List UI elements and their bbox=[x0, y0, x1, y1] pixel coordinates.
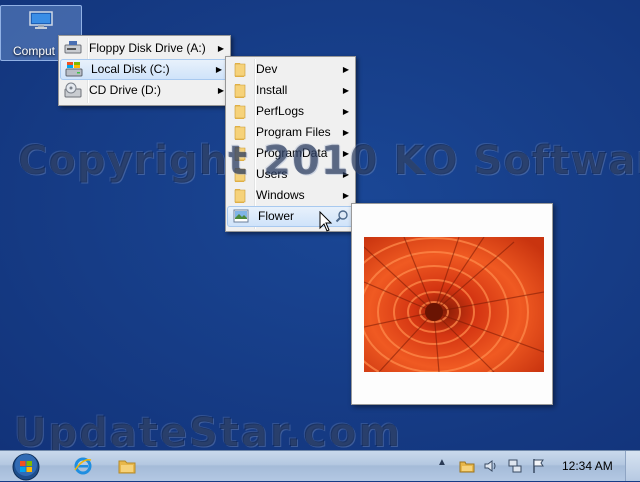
menu-item-label: Program Files bbox=[256, 125, 331, 139]
menu-item-perflogs[interactable]: PerfLogs ▶ bbox=[226, 101, 355, 122]
folder-icon bbox=[234, 63, 246, 77]
folder-icon bbox=[234, 105, 246, 119]
menu-item-install[interactable]: Install ▶ bbox=[226, 80, 355, 101]
floppy-drive-icon bbox=[64, 41, 82, 54]
folder-icon bbox=[234, 84, 246, 98]
submenu-arrow-icon: ▶ bbox=[342, 149, 349, 158]
show-desktop-button[interactable] bbox=[625, 451, 640, 481]
mouse-cursor-icon bbox=[319, 211, 333, 232]
submenu-arrow-icon: ▶ bbox=[217, 44, 224, 53]
menu-item-label: Install bbox=[256, 83, 288, 97]
image-file-icon bbox=[233, 209, 249, 223]
menu-item-label: ProgramData bbox=[256, 146, 328, 160]
submenu-arrow-icon: ▶ bbox=[342, 170, 349, 179]
submenu-arrow-icon: ▶ bbox=[342, 86, 349, 95]
local-disk-menu: Dev ▶ Install ▶ PerfLogs ▶ Program Files… bbox=[225, 56, 356, 232]
menu-item-label: PerfLogs bbox=[256, 104, 305, 118]
computer-label: Comput bbox=[13, 44, 56, 58]
menu-item-label: Windows bbox=[256, 188, 305, 202]
start-button[interactable] bbox=[9, 452, 43, 482]
menu-item-flower[interactable]: Flower bbox=[227, 206, 354, 227]
submenu-arrow-icon: ▶ bbox=[342, 65, 349, 74]
flower-image bbox=[364, 237, 544, 372]
menu-item-users[interactable]: Users ▶ bbox=[226, 164, 355, 185]
folder-icon bbox=[234, 126, 246, 140]
folder-icon bbox=[234, 147, 246, 161]
submenu-arrow-icon: ▶ bbox=[215, 65, 222, 74]
folder-icon bbox=[234, 168, 246, 182]
magnifier-icon[interactable] bbox=[335, 209, 349, 223]
taskbar: ▲ 12:34 AM bbox=[0, 450, 640, 481]
site-watermark: UpdateStar.com bbox=[14, 410, 402, 450]
show-hidden-icons-arrow[interactable]: ▲ bbox=[437, 457, 453, 473]
taskbar-clock[interactable]: 12:34 AM bbox=[562, 451, 613, 481]
menu-item-floppy-drive[interactable]: Floppy Disk Drive (A:) ▶ bbox=[59, 38, 230, 59]
drives-menu: Floppy Disk Drive (A:) ▶ Local Disk (C:)… bbox=[58, 35, 231, 106]
action-center-flag-icon[interactable] bbox=[531, 458, 547, 474]
submenu-arrow-icon: ▶ bbox=[342, 128, 349, 137]
menu-item-label: Local Disk (C:) bbox=[91, 62, 170, 76]
volume-icon[interactable] bbox=[483, 458, 499, 474]
network-icon[interactable] bbox=[507, 458, 523, 474]
menu-item-programdata[interactable]: ProgramData ▶ bbox=[226, 143, 355, 164]
menu-item-windows[interactable]: Windows ▶ bbox=[226, 185, 355, 206]
menu-item-local-disk[interactable]: Local Disk (C:) ▶ bbox=[60, 59, 229, 80]
menu-item-label: Flower bbox=[258, 209, 295, 223]
image-preview-popup bbox=[351, 203, 553, 405]
menu-item-label: Users bbox=[256, 167, 288, 181]
menu-item-label: Floppy Disk Drive (A:) bbox=[89, 41, 206, 55]
menu-item-label: CD Drive (D:) bbox=[89, 83, 161, 97]
menu-item-dev[interactable]: Dev ▶ bbox=[226, 59, 355, 80]
internet-explorer-icon[interactable] bbox=[73, 456, 93, 476]
computer-icon bbox=[29, 11, 53, 29]
submenu-arrow-icon: ▶ bbox=[217, 86, 224, 95]
folder-icon bbox=[234, 189, 246, 203]
menu-item-program-files[interactable]: Program Files ▶ bbox=[226, 122, 355, 143]
windows-explorer-icon[interactable] bbox=[117, 456, 137, 476]
hard-drive-icon bbox=[65, 62, 83, 77]
menu-item-label: Dev bbox=[256, 62, 278, 76]
desktop: Comput Floppy Disk Drive (A:) ▶ Local Di… bbox=[0, 0, 640, 450]
submenu-arrow-icon: ▶ bbox=[342, 191, 349, 200]
submenu-arrow-icon: ▶ bbox=[342, 107, 349, 116]
menu-item-cd-drive[interactable]: CD Drive (D:) ▶ bbox=[59, 80, 230, 101]
folder-tray-icon[interactable] bbox=[459, 458, 475, 474]
cd-drive-icon bbox=[64, 82, 82, 98]
